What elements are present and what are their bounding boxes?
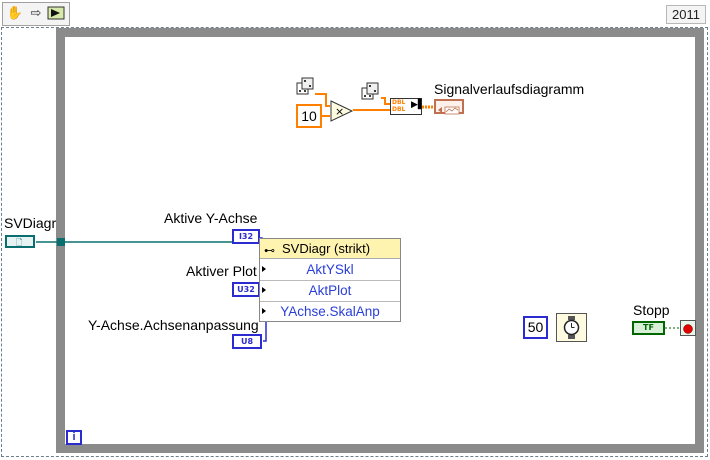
svdiagr-reference[interactable]: 🗋: [5, 235, 35, 248]
bundle-dbl-1: DBL: [392, 99, 406, 106]
property-yachse-skalanp[interactable]: YAchse.SkalAnp: [260, 301, 400, 322]
watch-icon: [563, 316, 580, 339]
chart-icon: [438, 106, 460, 115]
iteration-terminal[interactable]: i: [66, 430, 82, 445]
stopp-terminal[interactable]: TF: [632, 321, 665, 335]
bundle-dbl-2: DBL: [392, 106, 406, 113]
constant-50[interactable]: 50: [523, 316, 548, 339]
y-achse-terminal[interactable]: U8: [232, 334, 262, 349]
bundle-icon: ▶▌: [411, 100, 425, 110]
bundle-node[interactable]: DBL DBL ▶▌: [390, 98, 425, 115]
property-node-title: SVDiagr (strikt): [282, 241, 371, 256]
aktive-y-label: Aktive Y-Achse: [164, 210, 258, 226]
aktive-y-terminal[interactable]: I32: [232, 229, 260, 244]
property-node-header: ⊷ SVDiagr (strikt): [260, 239, 400, 259]
ref-tunnel: [57, 238, 65, 246]
aktiver-plot-label: Aktiver Plot: [186, 263, 257, 279]
wires: [36, 93, 680, 342]
loop-condition-terminal[interactable]: [680, 320, 696, 336]
multiply-icon[interactable]: ×: [330, 100, 354, 122]
property-node[interactable]: ⊷ SVDiagr (strikt) AktYSkl AktPlot YAchs…: [259, 238, 401, 322]
aktiver-plot-terminal[interactable]: U32: [232, 282, 260, 297]
stop-condition-icon: [683, 324, 693, 334]
waveform-chart-terminal[interactable]: [434, 99, 464, 115]
reference-icon: 🗋: [16, 238, 23, 247]
property-node-icon: ⊷: [264, 245, 275, 257]
stopp-label: Stopp: [633, 302, 670, 318]
y-achse-label: Y-Achse.Achsenanpassung: [88, 317, 259, 333]
dice-icon[interactable]: [295, 77, 315, 97]
svg-text:×: ×: [335, 105, 344, 118]
property-aktyskl[interactable]: AktYSkl: [260, 259, 400, 281]
constant-10[interactable]: 10: [296, 104, 322, 128]
dbl-wire-random2: [381, 97, 390, 105]
wait-ms-node[interactable]: [556, 313, 587, 342]
chart-label: Signalverlaufsdiagramm: [434, 81, 585, 97]
dice-icon[interactable]: [360, 82, 380, 102]
property-aktplot[interactable]: AktPlot: [260, 280, 400, 302]
svdiagr-label: SVDiagr: [4, 215, 57, 231]
